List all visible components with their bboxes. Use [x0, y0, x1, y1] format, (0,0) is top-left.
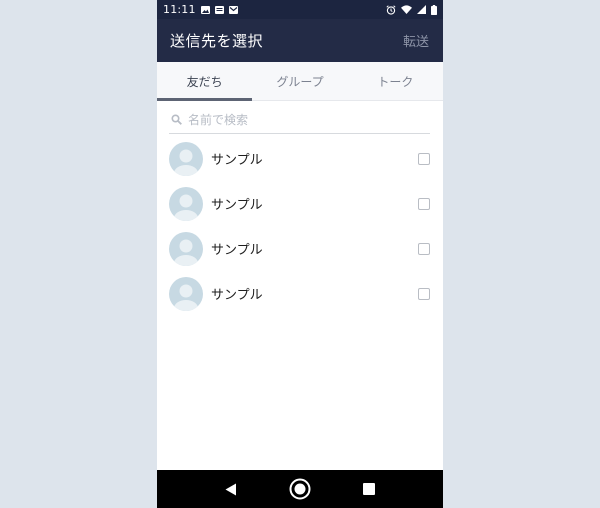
message-icon — [214, 5, 224, 14]
default-avatar-icon — [174, 194, 198, 221]
phone-screen: 11:11 送信先を選択 転送 友だち グループ トーク 名前で検索 サンプル — [157, 0, 443, 508]
tab-groups[interactable]: グループ — [252, 62, 347, 100]
mail-icon — [228, 5, 238, 14]
status-bar: 11:11 — [157, 0, 443, 19]
contact-row[interactable]: サンプル — [157, 181, 443, 226]
recents-icon — [362, 483, 375, 495]
avatar — [169, 186, 203, 221]
search-input[interactable]: 名前で検索 — [169, 105, 430, 134]
status-time: 11:11 — [163, 3, 196, 16]
home-icon — [289, 478, 311, 500]
status-bar-left: 11:11 — [163, 3, 238, 16]
signal-icon — [417, 5, 426, 14]
default-avatar-icon — [174, 284, 198, 311]
contact-name: サンプル — [211, 198, 263, 213]
home-button[interactable] — [288, 477, 312, 501]
default-avatar-icon — [174, 239, 198, 266]
default-avatar-icon — [174, 149, 198, 176]
avatar — [169, 231, 203, 266]
contact-row[interactable]: サンプル — [157, 136, 443, 181]
tab-friends[interactable]: 友だち — [157, 62, 253, 101]
back-icon — [225, 483, 237, 495]
back-button[interactable] — [219, 477, 243, 501]
select-checkbox[interactable] — [418, 152, 430, 165]
search-placeholder: 名前で検索 — [188, 112, 249, 127]
contact-name: サンプル — [211, 288, 263, 303]
contact-list: サンプル サンプル サンプル サンプル — [157, 136, 443, 316]
contact-name: サンプル — [211, 153, 263, 168]
contact-name: サンプル — [211, 243, 263, 258]
contact-row[interactable]: サンプル — [157, 226, 443, 271]
app-bar: 送信先を選択 転送 — [157, 19, 443, 62]
image-icon — [200, 5, 210, 14]
select-checkbox[interactable] — [418, 287, 430, 300]
avatar — [169, 276, 203, 311]
tab-chats[interactable]: トーク — [348, 62, 443, 100]
contact-row[interactable]: サンプル — [157, 271, 443, 316]
page-title: 送信先を選択 — [170, 32, 264, 50]
wifi-icon — [401, 5, 412, 14]
alarm-icon — [386, 4, 396, 15]
forward-button[interactable]: 転送 — [403, 31, 429, 50]
navigation-bar — [157, 470, 443, 508]
select-checkbox[interactable] — [418, 242, 430, 255]
avatar — [169, 141, 203, 176]
tab-bar: 友だち グループ トーク — [157, 62, 443, 101]
select-checkbox[interactable] — [418, 197, 430, 210]
status-bar-right — [386, 4, 437, 15]
search-icon — [171, 113, 182, 125]
battery-icon — [431, 4, 437, 15]
recents-button[interactable] — [357, 477, 381, 501]
